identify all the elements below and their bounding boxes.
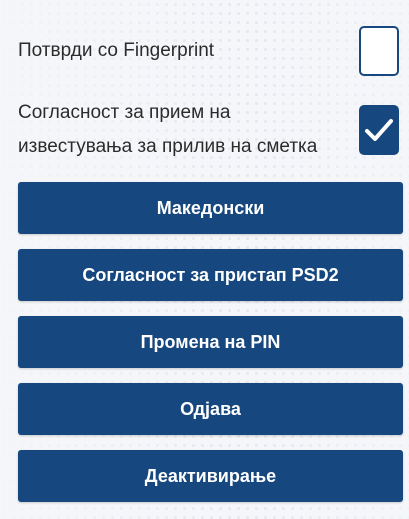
fingerprint-setting-row: Потврди со Fingerprint xyxy=(18,20,403,82)
deactivate-button[interactable]: Деактивирање xyxy=(18,450,403,502)
language-button[interactable]: Македонски xyxy=(18,182,403,234)
fingerprint-checkbox[interactable] xyxy=(359,26,399,76)
change-pin-button[interactable]: Промена на PIN xyxy=(18,316,403,368)
inflow-notifications-label: Согласност за прием на известувања за пр… xyxy=(18,102,318,157)
inflow-notifications-checkbox[interactable] xyxy=(359,105,399,155)
logout-button[interactable]: Одјава xyxy=(18,383,403,435)
psd2-consent-button[interactable]: Согласност за пристап PSD2 xyxy=(18,249,403,301)
inflow-notifications-setting-row: Согласност за прием на известувања за пр… xyxy=(18,92,403,168)
check-icon xyxy=(365,119,393,141)
fingerprint-label: Потврди со Fingerprint xyxy=(18,40,215,61)
